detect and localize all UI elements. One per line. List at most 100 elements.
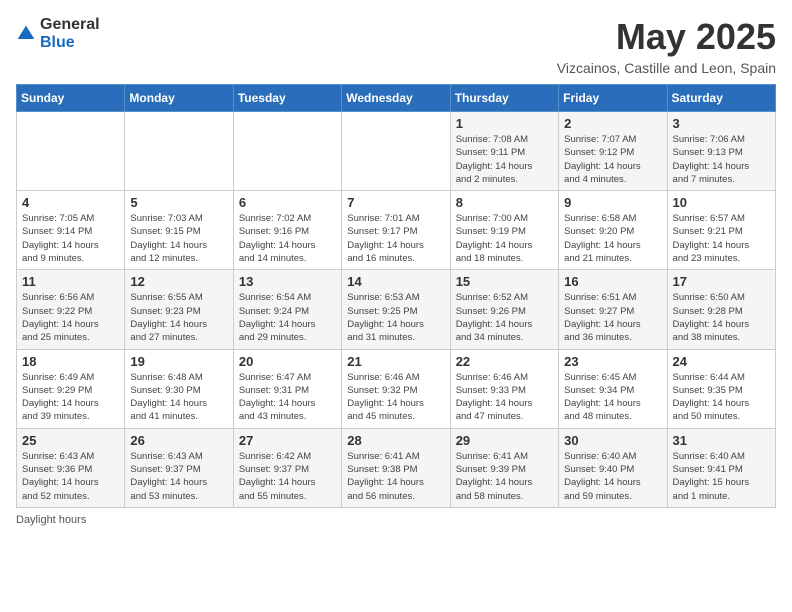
calendar-table: Sunday Monday Tuesday Wednesday Thursday… [16, 84, 776, 508]
day-info: Sunrise: 7:05 AM Sunset: 9:14 PM Dayligh… [22, 212, 119, 265]
day-number: 12 [130, 274, 227, 289]
day-number: 8 [456, 195, 553, 210]
footer-label: Daylight hours [16, 514, 776, 526]
calendar-cell: 23 Sunrise: 6:45 AM Sunset: 9:34 PM Dayli… [559, 349, 667, 428]
day-info: Sunrise: 6:52 AM Sunset: 9:26 PM Dayligh… [456, 291, 553, 344]
calendar-cell: 21 Sunrise: 6:46 AM Sunset: 9:32 PM Dayli… [342, 349, 450, 428]
day-number: 10 [673, 195, 770, 210]
calendar-week-1: 1 Sunrise: 7:08 AM Sunset: 9:11 PM Daylig… [17, 112, 776, 191]
calendar-cell: 5 Sunrise: 7:03 AM Sunset: 9:15 PM Daylig… [125, 191, 233, 270]
day-number: 6 [239, 195, 336, 210]
calendar-cell: 7 Sunrise: 7:01 AM Sunset: 9:17 PM Daylig… [342, 191, 450, 270]
col-wednesday: Wednesday [342, 85, 450, 112]
calendar-cell [233, 112, 341, 191]
day-info: Sunrise: 6:51 AM Sunset: 9:27 PM Dayligh… [564, 291, 661, 344]
calendar-cell: 4 Sunrise: 7:05 AM Sunset: 9:14 PM Daylig… [17, 191, 125, 270]
calendar-cell: 1 Sunrise: 7:08 AM Sunset: 9:11 PM Daylig… [450, 112, 558, 191]
day-info: Sunrise: 7:08 AM Sunset: 9:11 PM Dayligh… [456, 133, 553, 186]
calendar-cell: 15 Sunrise: 6:52 AM Sunset: 9:26 PM Dayli… [450, 270, 558, 349]
day-number: 26 [130, 433, 227, 448]
logo-icon [16, 24, 36, 44]
col-friday: Friday [559, 85, 667, 112]
day-info: Sunrise: 6:58 AM Sunset: 9:20 PM Dayligh… [564, 212, 661, 265]
day-info: Sunrise: 6:40 AM Sunset: 9:41 PM Dayligh… [673, 450, 770, 503]
day-number: 2 [564, 116, 661, 131]
col-saturday: Saturday [667, 85, 775, 112]
day-number: 13 [239, 274, 336, 289]
day-info: Sunrise: 6:44 AM Sunset: 9:35 PM Dayligh… [673, 371, 770, 424]
day-number: 27 [239, 433, 336, 448]
calendar-cell: 30Sunrise: 6:40 AM Sunset: 9:40 PM Dayli… [559, 428, 667, 507]
day-number: 31 [673, 433, 770, 448]
calendar-body: 1 Sunrise: 7:08 AM Sunset: 9:11 PM Daylig… [17, 112, 776, 508]
calendar-header: Sunday Monday Tuesday Wednesday Thursday… [17, 85, 776, 112]
day-info: Sunrise: 6:40 AM Sunset: 9:40 PM Dayligh… [564, 450, 661, 503]
logo-blue: Blue [40, 34, 100, 52]
day-number: 7 [347, 195, 444, 210]
day-number: 1 [456, 116, 553, 131]
calendar-cell [17, 112, 125, 191]
calendar-cell: 22 Sunrise: 6:46 AM Sunset: 9:33 PM Dayli… [450, 349, 558, 428]
day-info: Sunrise: 6:45 AM Sunset: 9:34 PM Dayligh… [564, 371, 661, 424]
day-number: 4 [22, 195, 119, 210]
day-number: 15 [456, 274, 553, 289]
calendar-cell: 20 Sunrise: 6:47 AM Sunset: 9:31 PM Dayli… [233, 349, 341, 428]
day-info: Sunrise: 7:02 AM Sunset: 9:16 PM Dayligh… [239, 212, 336, 265]
day-number: 19 [130, 354, 227, 369]
title-block: May 2025 Vizcainos, Castille and Leon, S… [557, 16, 776, 76]
day-info: Sunrise: 6:47 AM Sunset: 9:31 PM Dayligh… [239, 371, 336, 424]
day-info: Sunrise: 6:46 AM Sunset: 9:33 PM Dayligh… [456, 371, 553, 424]
calendar-cell: 28Sunrise: 6:41 AM Sunset: 9:38 PM Dayli… [342, 428, 450, 507]
day-number: 23 [564, 354, 661, 369]
calendar-cell: 16 Sunrise: 6:51 AM Sunset: 9:27 PM Dayli… [559, 270, 667, 349]
day-info: Sunrise: 7:03 AM Sunset: 9:15 PM Dayligh… [130, 212, 227, 265]
page-header: General Blue May 2025 Vizcainos, Castill… [16, 16, 776, 76]
day-info: Sunrise: 6:57 AM Sunset: 9:21 PM Dayligh… [673, 212, 770, 265]
day-number: 29 [456, 433, 553, 448]
day-number: 5 [130, 195, 227, 210]
day-info: Sunrise: 6:55 AM Sunset: 9:23 PM Dayligh… [130, 291, 227, 344]
day-info: Sunrise: 6:41 AM Sunset: 9:39 PM Dayligh… [456, 450, 553, 503]
calendar-cell: 13 Sunrise: 6:54 AM Sunset: 9:24 PM Dayli… [233, 270, 341, 349]
day-info: Sunrise: 6:54 AM Sunset: 9:24 PM Dayligh… [239, 291, 336, 344]
col-thursday: Thursday [450, 85, 558, 112]
day-number: 22 [456, 354, 553, 369]
calendar-cell: 2 Sunrise: 7:07 AM Sunset: 9:12 PM Daylig… [559, 112, 667, 191]
logo-general: General [40, 16, 100, 34]
day-info: Sunrise: 6:50 AM Sunset: 9:28 PM Dayligh… [673, 291, 770, 344]
calendar-week-4: 18Sunrise: 6:49 AM Sunset: 9:29 PM Dayli… [17, 349, 776, 428]
day-number: 25 [22, 433, 119, 448]
day-number: 16 [564, 274, 661, 289]
calendar-cell [342, 112, 450, 191]
calendar-cell: 8Sunrise: 7:00 AM Sunset: 9:19 PM Daylig… [450, 191, 558, 270]
calendar-cell: 19 Sunrise: 6:48 AM Sunset: 9:30 PM Dayli… [125, 349, 233, 428]
calendar-week-5: 25 Sunrise: 6:43 AM Sunset: 9:36 PM Dayli… [17, 428, 776, 507]
day-info: Sunrise: 7:06 AM Sunset: 9:13 PM Dayligh… [673, 133, 770, 186]
calendar-cell: 31 Sunrise: 6:40 AM Sunset: 9:41 PM Dayli… [667, 428, 775, 507]
day-number: 20 [239, 354, 336, 369]
day-info: Sunrise: 6:56 AM Sunset: 9:22 PM Dayligh… [22, 291, 119, 344]
day-info: Sunrise: 6:53 AM Sunset: 9:25 PM Dayligh… [347, 291, 444, 344]
day-number: 21 [347, 354, 444, 369]
day-info: Sunrise: 6:46 AM Sunset: 9:32 PM Dayligh… [347, 371, 444, 424]
day-info: Sunrise: 6:48 AM Sunset: 9:30 PM Dayligh… [130, 371, 227, 424]
col-tuesday: Tuesday [233, 85, 341, 112]
day-number: 14 [347, 274, 444, 289]
day-info: Sunrise: 7:01 AM Sunset: 9:17 PM Dayligh… [347, 212, 444, 265]
logo-text: General Blue [40, 16, 100, 51]
day-number: 3 [673, 116, 770, 131]
col-monday: Monday [125, 85, 233, 112]
day-number: 24 [673, 354, 770, 369]
calendar-cell [125, 112, 233, 191]
calendar-cell: 12 Sunrise: 6:55 AM Sunset: 9:23 PM Dayli… [125, 270, 233, 349]
day-number: 11 [22, 274, 119, 289]
calendar-cell: 14 Sunrise: 6:53 AM Sunset: 9:25 PM Dayli… [342, 270, 450, 349]
calendar-cell: 26Sunrise: 6:43 AM Sunset: 9:37 PM Dayli… [125, 428, 233, 507]
day-info: Sunrise: 7:07 AM Sunset: 9:12 PM Dayligh… [564, 133, 661, 186]
day-number: 9 [564, 195, 661, 210]
day-info: Sunrise: 6:43 AM Sunset: 9:36 PM Dayligh… [22, 450, 119, 503]
calendar-cell: 27Sunrise: 6:42 AM Sunset: 9:37 PM Dayli… [233, 428, 341, 507]
calendar-cell: 3 Sunrise: 7:06 AM Sunset: 9:13 PM Daylig… [667, 112, 775, 191]
logo: General Blue [16, 16, 100, 51]
month-title: May 2025 [557, 16, 776, 58]
